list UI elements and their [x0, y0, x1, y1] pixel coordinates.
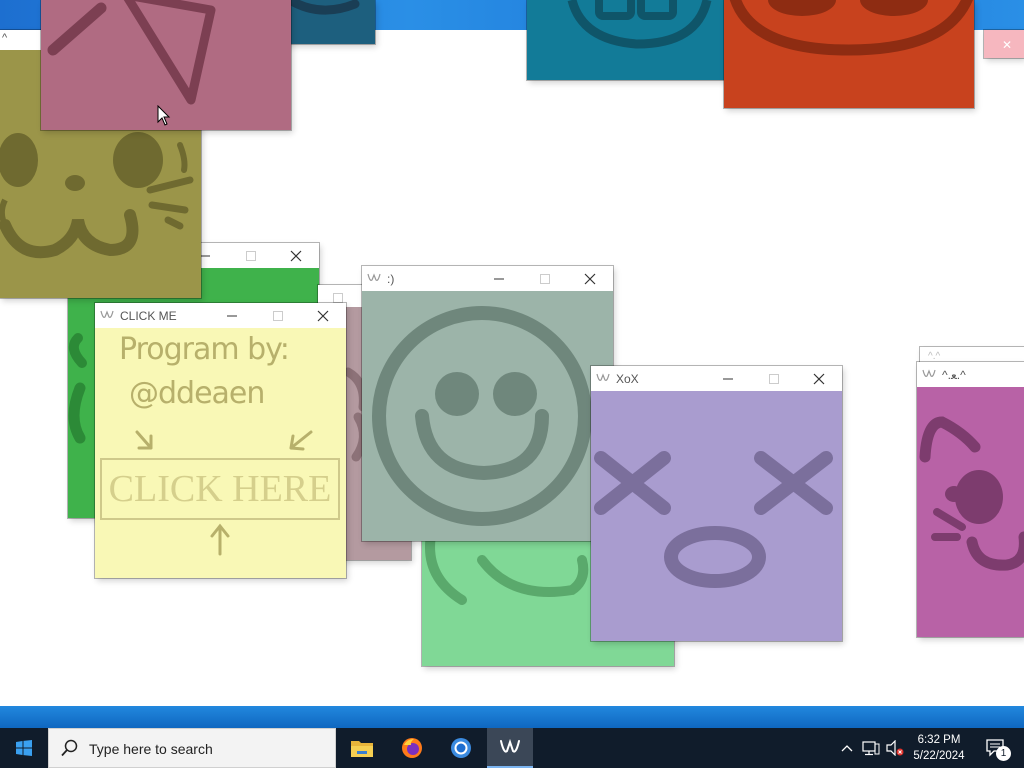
minimize-button[interactable]: [705, 366, 751, 391]
cat-face: [919, 416, 1024, 571]
click-here-button[interactable]: CLICK HERE: [100, 458, 340, 520]
desktop: ✕ ^ CLICK ME Program by: @ddeaen CLICK H…: [0, 0, 1024, 728]
minimize-button[interactable]: [476, 266, 522, 291]
firefox-icon: [402, 738, 422, 758]
taskbar-sticker-app[interactable]: [487, 728, 533, 768]
window-teal-top[interactable]: [280, 0, 375, 44]
window-title: ^.ﻌ.^: [942, 368, 966, 382]
window-orange-face[interactable]: [724, 0, 974, 108]
xox-face: [594, 451, 833, 588]
notification-center-button[interactable]: 1: [978, 728, 1014, 768]
window-smile[interactable]: :): [362, 266, 613, 541]
taskbar-firefox[interactable]: [388, 728, 436, 768]
notification-badge: 1: [996, 746, 1011, 761]
start-button[interactable]: [0, 728, 48, 768]
mouse-cursor: [157, 105, 171, 126]
window-titlebar[interactable]: :): [362, 266, 613, 291]
network-icon: [862, 741, 880, 756]
close-button[interactable]: [796, 366, 842, 391]
window-title: ^: [2, 32, 8, 44]
window-title: XoX: [616, 372, 639, 386]
show-hidden-icons-button[interactable]: [838, 728, 856, 768]
window-title-partial: ^.^: [928, 351, 941, 362]
clock[interactable]: 6:32 PM 5/22/2024: [904, 732, 974, 764]
volume-muted-icon: [886, 740, 904, 756]
clock-time: 6:32 PM: [917, 734, 961, 746]
search-icon: [61, 739, 78, 757]
window-body[interactable]: [917, 387, 1024, 637]
window-magenta-cat[interactable]: ^.ﻌ.^: [917, 362, 1024, 637]
window-body[interactable]: [280, 0, 375, 44]
chrome-icon: [451, 738, 471, 758]
search-placeholder: Type here to search: [89, 741, 213, 757]
close-button[interactable]: [567, 266, 613, 291]
app-icon: [596, 373, 610, 381]
maximize-button[interactable]: [751, 366, 797, 391]
maximize-button[interactable]: [522, 266, 568, 291]
chevron-up-icon: [841, 745, 853, 752]
window-body[interactable]: [362, 291, 613, 541]
close-button[interactable]: [273, 243, 319, 268]
arrow-icons: [135, 430, 313, 556]
window-click-me[interactable]: CLICK ME Program by: @ddeaen CLICK HERE: [95, 303, 346, 578]
close-button[interactable]: [300, 303, 346, 328]
window-titlebar[interactable]: ^.ﻌ.^: [917, 362, 1024, 387]
window-body[interactable]: [724, 0, 974, 108]
taskbar-chrome[interactable]: [437, 728, 485, 768]
app-icon: [367, 273, 381, 281]
file-explorer-icon: [351, 741, 373, 757]
window-titlebar[interactable]: XoX: [591, 366, 842, 391]
app-icon: [100, 310, 114, 318]
taskbar: Type here to search 6:32 PM 5/22/2024 1: [0, 728, 1024, 768]
window-xox[interactable]: XoX: [591, 366, 842, 641]
app-icon: [922, 369, 936, 377]
window-body[interactable]: Program by: @ddeaen CLICK HERE: [95, 328, 346, 578]
desktop-wallpaper-bottom: [0, 706, 1024, 728]
taskbar-file-explorer[interactable]: [338, 728, 386, 768]
window-title: :): [387, 272, 395, 286]
window-title: CLICK ME: [120, 309, 177, 323]
window-body[interactable]: [527, 0, 727, 80]
maximize-button[interactable]: [255, 303, 301, 328]
click-here-label: CLICK HERE: [108, 468, 332, 510]
minimize-button[interactable]: [209, 303, 255, 328]
volume-button[interactable]: [884, 728, 906, 768]
network-button[interactable]: [860, 728, 882, 768]
clock-date: 5/22/2024: [913, 750, 965, 762]
window-body[interactable]: [591, 391, 842, 641]
search-box[interactable]: Type here to search: [48, 728, 336, 768]
window-teal-face[interactable]: [527, 0, 727, 80]
windows-start-icon: [16, 740, 32, 756]
maximize-button[interactable]: [228, 243, 274, 268]
sticker-app-icon: [500, 738, 520, 753]
close-icon[interactable]: ✕: [1002, 38, 1012, 52]
smiley-face: [372, 306, 592, 526]
window-pink-partial[interactable]: ✕: [984, 30, 1024, 58]
window-titlebar[interactable]: CLICK ME: [95, 303, 346, 328]
